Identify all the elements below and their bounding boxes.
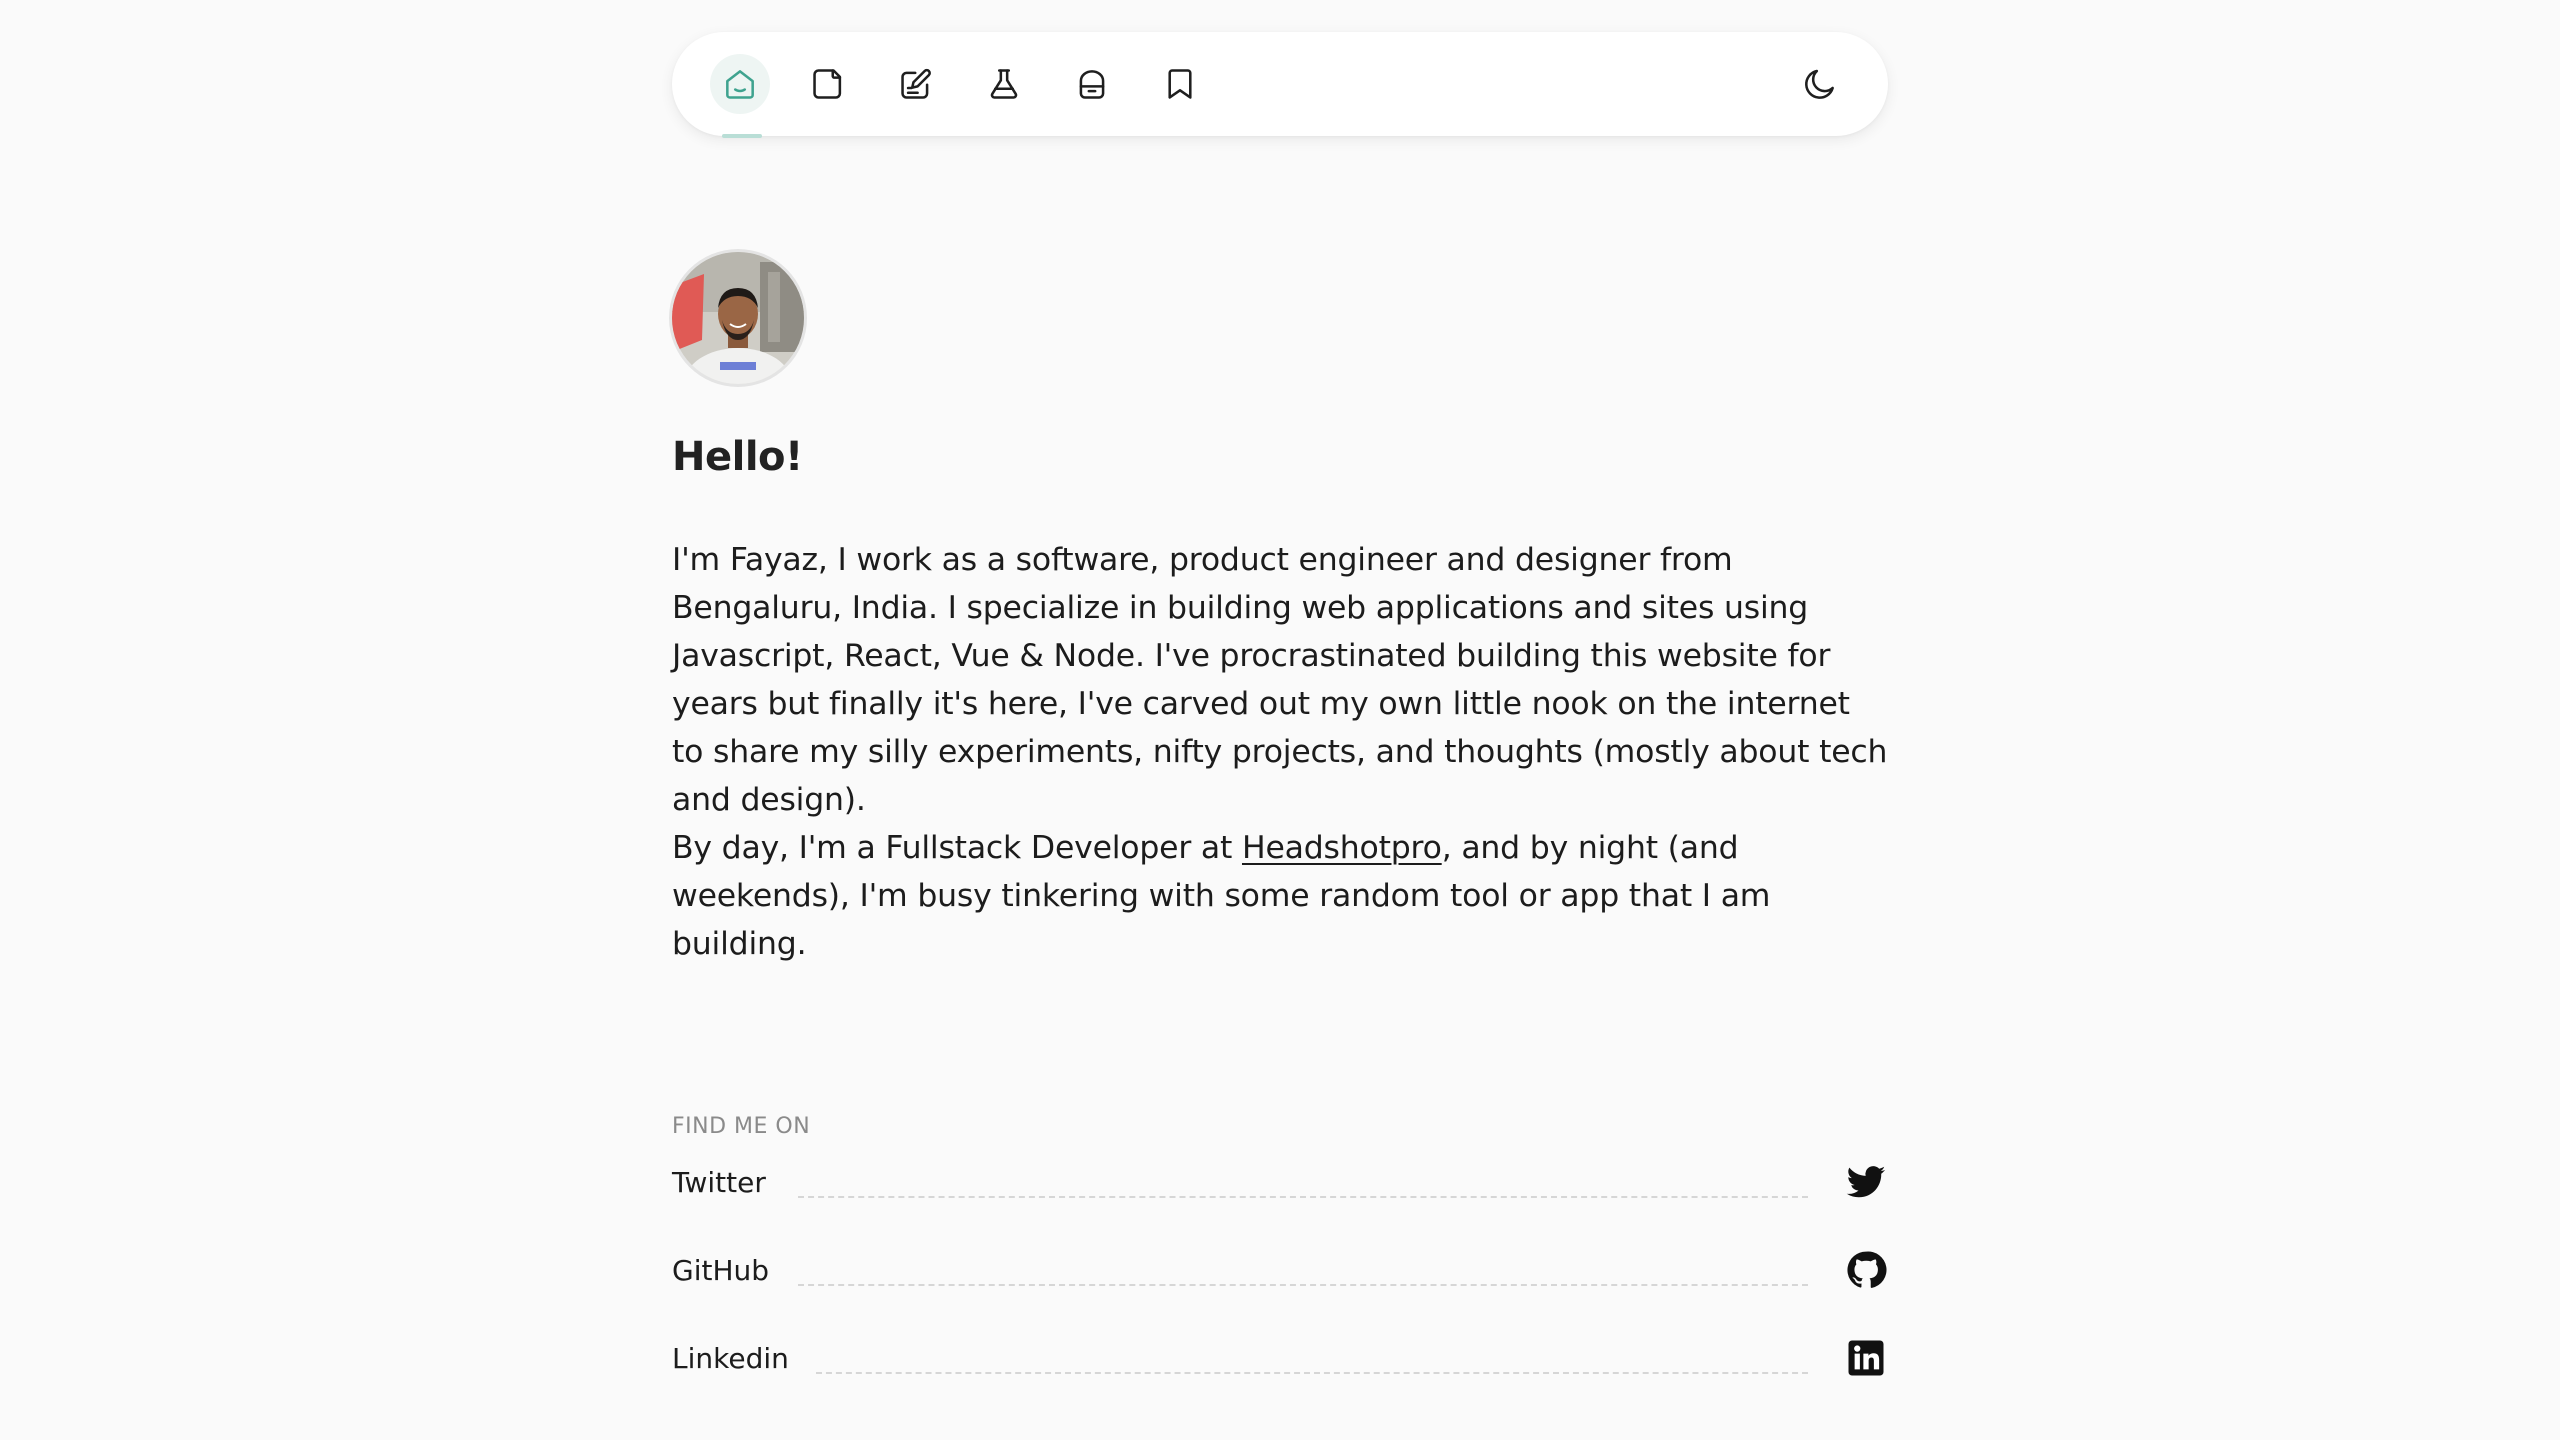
work-text-prefix: By day, I'm a Fullstack Developer at [672, 830, 1242, 866]
social-link-github[interactable]: GitHub [672, 1240, 1888, 1300]
dashed-divider [798, 1284, 1808, 1286]
active-nav-indicator [722, 134, 762, 138]
dashed-divider [798, 1196, 1808, 1198]
social-link-twitter[interactable]: Twitter [672, 1152, 1888, 1212]
flask-icon [990, 69, 1018, 99]
nav-experiments-button[interactable] [974, 54, 1034, 114]
greeting-heading: Hello! [672, 434, 803, 480]
nav-writing-button[interactable] [886, 54, 946, 114]
linkedin-icon [1844, 1336, 1888, 1380]
find-me-heading: FIND ME ON [672, 1114, 811, 1139]
work-paragraph: By day, I'm a Fullstack Developer at Hea… [672, 824, 1888, 968]
edit-icon [901, 68, 931, 99]
headshotpro-link[interactable]: Headshotpro [1242, 830, 1442, 866]
dashed-divider [816, 1372, 1808, 1374]
nav-home-button[interactable] [710, 54, 770, 114]
nav-projects-button[interactable] [1062, 54, 1122, 114]
social-label: GitHub [672, 1253, 770, 1287]
social-label: Twitter [672, 1165, 766, 1199]
top-navbar [672, 32, 1888, 136]
bookmark-icon [1168, 69, 1192, 99]
page: Hello! I'm Fayaz, I work as a software, … [0, 0, 2560, 1440]
nav-notes-button[interactable] [798, 54, 858, 114]
nav-bookmarks-button[interactable] [1150, 54, 1210, 114]
moon-icon [1805, 69, 1834, 99]
bag-icon [1079, 70, 1105, 99]
twitter-icon [1844, 1160, 1888, 1204]
home-icon [726, 70, 754, 99]
avatar [672, 252, 804, 384]
social-link-linkedin[interactable]: Linkedin [672, 1328, 1888, 1388]
notes-icon [813, 69, 842, 99]
social-label: Linkedin [672, 1341, 789, 1375]
theme-toggle-button[interactable] [1790, 54, 1850, 114]
intro-paragraph: I'm Fayaz, I work as a software, product… [672, 542, 1888, 818]
github-icon [1844, 1248, 1888, 1292]
